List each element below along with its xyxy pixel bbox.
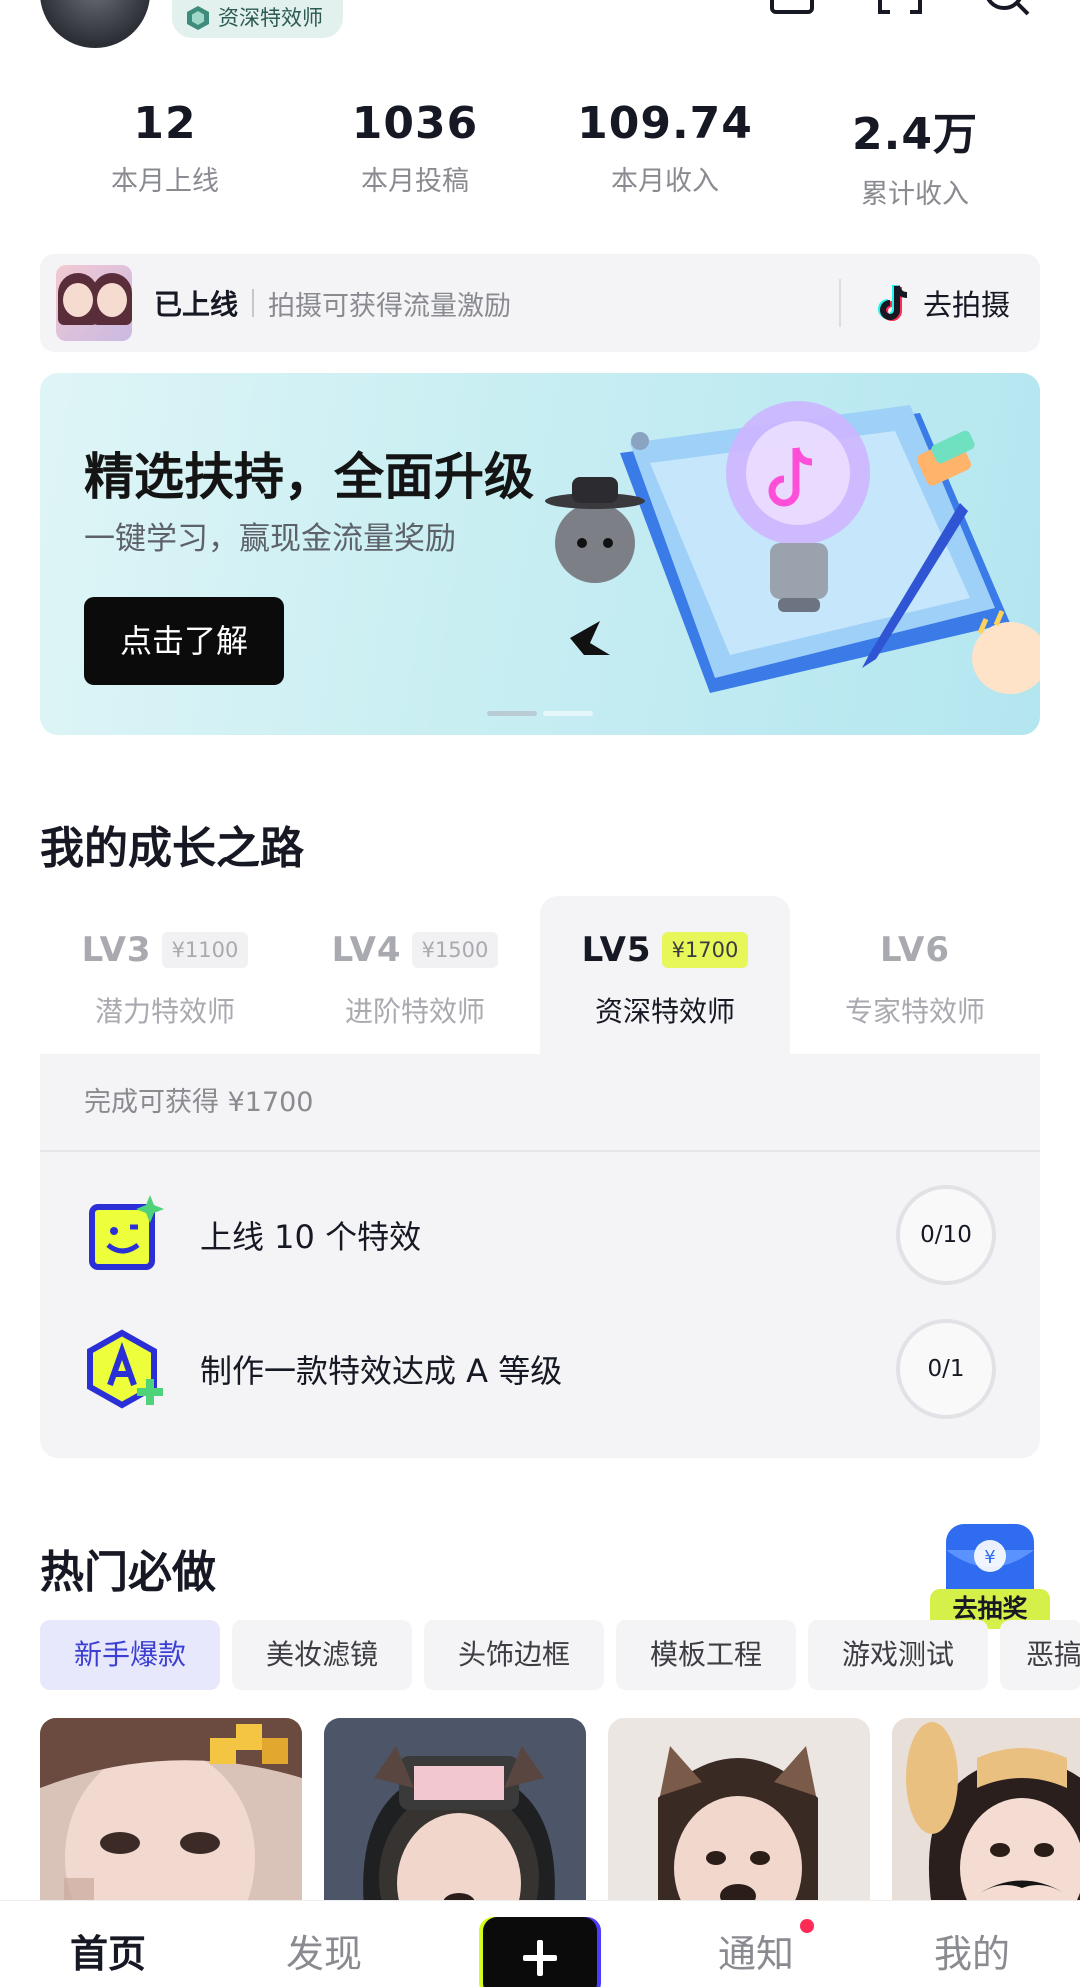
reward-text: 完成可获得 ¥1700 bbox=[84, 1087, 314, 1118]
tag-game-test[interactable]: 游戏测试 bbox=[808, 1620, 988, 1690]
nav-notifications[interactable]: 通知 bbox=[648, 1901, 864, 1978]
level-price: ¥1500 bbox=[411, 932, 499, 968]
top-toolbar bbox=[768, 0, 1032, 18]
notification-dot-icon bbox=[800, 1919, 814, 1933]
task-label: 上线 10 个特效 bbox=[200, 1218, 422, 1256]
go-shoot-label: 去拍摄 bbox=[922, 288, 1010, 322]
stat-value: 1036 bbox=[351, 98, 479, 149]
tag-newbie-hits[interactable]: 新手爆款 bbox=[40, 1620, 220, 1690]
online-effect-bar[interactable]: 已上线 拍摄可获得流量激励 去拍摄 bbox=[40, 254, 1040, 352]
nav-discover[interactable]: 发现 bbox=[216, 1901, 432, 1978]
bottom-nav: 首页 发现 通知 我的 bbox=[0, 1900, 1080, 1987]
hot-section-title: 热门必做 bbox=[40, 1547, 216, 1598]
banner-subtitle: 一键学习，赢现金流量奖励 bbox=[84, 521, 456, 557]
banner-pagination bbox=[487, 711, 593, 716]
stat-label: 本月上线 bbox=[111, 166, 219, 197]
task-progress: 0/10 bbox=[896, 1185, 996, 1285]
smiley-sparkle-icon bbox=[89, 1195, 164, 1270]
stat-label: 本月投稿 bbox=[361, 166, 469, 197]
effect-card[interactable] bbox=[324, 1718, 586, 1908]
online-description: 拍摄可获得流量激励 bbox=[268, 290, 512, 322]
effect-preview-image bbox=[892, 1718, 1080, 1908]
task-progress: 0/1 bbox=[896, 1319, 996, 1419]
level-tab-lv4[interactable]: LV4 ¥1500 进阶特效师 bbox=[290, 896, 540, 1054]
divider bbox=[252, 289, 255, 317]
banner-title: 精选扶持，全面升级 bbox=[84, 448, 534, 506]
go-shoot-button[interactable]: 去拍摄 bbox=[841, 282, 1040, 324]
task-item[interactable]: 制作一款特效达成 A 等级 0/1 bbox=[84, 1314, 996, 1424]
title-badge-label: 资深特效师 bbox=[218, 6, 323, 30]
stat-monthly-income[interactable]: 109.74 本月收入 bbox=[540, 98, 790, 211]
online-status: 已上线 bbox=[154, 288, 239, 321]
tag-headwear-frame[interactable]: 头饰边框 bbox=[424, 1620, 604, 1690]
task-label: 制作一款特效达成 A 等级 bbox=[200, 1352, 563, 1390]
stat-label: 本月收入 bbox=[611, 166, 719, 197]
level-tab-lv3[interactable]: LV3 ¥1100 潜力特效师 bbox=[40, 896, 290, 1054]
stat-value: 2.4万 bbox=[852, 109, 978, 160]
scan-icon[interactable] bbox=[876, 0, 924, 18]
stat-monthly-submissions[interactable]: 1036 本月投稿 bbox=[290, 98, 540, 211]
divider bbox=[40, 1150, 1040, 1152]
task-item[interactable]: 上线 10 个特效 0/10 bbox=[84, 1180, 996, 1290]
tiktok-icon bbox=[878, 285, 908, 321]
search-icon[interactable] bbox=[984, 0, 1032, 18]
stat-value: 12 bbox=[133, 98, 197, 149]
level-title: 潜力特效师 bbox=[94, 995, 235, 1028]
title-badge: 资深特效师 bbox=[172, 0, 343, 38]
level-tab-lv6[interactable]: LV6 专家特效师 bbox=[790, 896, 1040, 1054]
growth-section-title: 我的成长之路 bbox=[40, 823, 304, 874]
effect-thumbnails bbox=[40, 1718, 1080, 1908]
create-plus-button[interactable] bbox=[483, 1917, 597, 1987]
effect-preview-image bbox=[608, 1718, 870, 1908]
effect-card[interactable] bbox=[608, 1718, 870, 1908]
gem-icon bbox=[187, 6, 209, 30]
stat-monthly-online[interactable]: 12 本月上线 bbox=[40, 98, 290, 211]
tag-template-project[interactable]: 模板工程 bbox=[616, 1620, 796, 1690]
level-title: 进阶特效师 bbox=[344, 995, 485, 1028]
stat-label: 累计收入 bbox=[861, 179, 969, 210]
learn-more-button[interactable]: 点击了解 bbox=[84, 597, 284, 685]
grade-a-icon bbox=[87, 1329, 163, 1409]
nav-create bbox=[432, 1901, 648, 1987]
level-name: LV3 bbox=[81, 930, 152, 970]
level-tabs: LV3 ¥1100 潜力特效师 LV4 ¥1500 进阶特效师 LV5 ¥170… bbox=[40, 896, 1040, 1054]
promo-banner[interactable]: 精选扶持，全面升级 一键学习，赢现金流量奖励 点击了解 bbox=[40, 373, 1040, 735]
level-name: LV4 bbox=[331, 930, 402, 970]
stat-total-income[interactable]: 2.4万 累计收入 bbox=[790, 98, 1040, 211]
archive-icon[interactable] bbox=[768, 0, 816, 18]
effect-thumbnail bbox=[56, 265, 132, 341]
tag-prank[interactable]: 恶搞 bbox=[1000, 1620, 1080, 1690]
nav-home[interactable]: 首页 bbox=[0, 1901, 216, 1978]
effect-preview-image bbox=[324, 1718, 586, 1908]
category-tags: 新手爆款 美妆滤镜 头饰边框 模板工程 游戏测试 恶搞 bbox=[40, 1620, 1080, 1690]
avatar[interactable] bbox=[40, 0, 150, 48]
level-name: LV6 bbox=[880, 930, 950, 970]
level-title: 资深特效师 bbox=[594, 995, 735, 1028]
nav-me[interactable]: 我的 bbox=[864, 1901, 1080, 1978]
level-name: LV5 bbox=[581, 930, 652, 970]
stat-value: 109.74 bbox=[577, 98, 753, 149]
nav-notifications-label: 通知 bbox=[717, 1932, 794, 1976]
tag-makeup-filter[interactable]: 美妆滤镜 bbox=[232, 1620, 412, 1690]
effect-preview-image bbox=[40, 1718, 302, 1908]
stats-row: 12 本月上线 1036 本月投稿 109.74 本月收入 2.4万 累计收入 bbox=[40, 98, 1040, 211]
level-price: ¥1700 bbox=[661, 932, 749, 968]
level-tab-lv5[interactable]: LV5 ¥1700 资深特效师 bbox=[540, 896, 790, 1054]
level-tasks-card: 完成可获得 ¥1700 上线 10 个特效 0/10 制作一款特效达成 A 等级… bbox=[40, 1054, 1040, 1458]
level-title: 专家特效师 bbox=[844, 995, 985, 1028]
effect-card[interactable] bbox=[40, 1718, 302, 1908]
level-price: ¥1100 bbox=[161, 932, 249, 968]
banner-illustration bbox=[545, 401, 1040, 694]
effect-card[interactable] bbox=[892, 1718, 1080, 1908]
svg-text:¥: ¥ bbox=[984, 1547, 995, 1568]
